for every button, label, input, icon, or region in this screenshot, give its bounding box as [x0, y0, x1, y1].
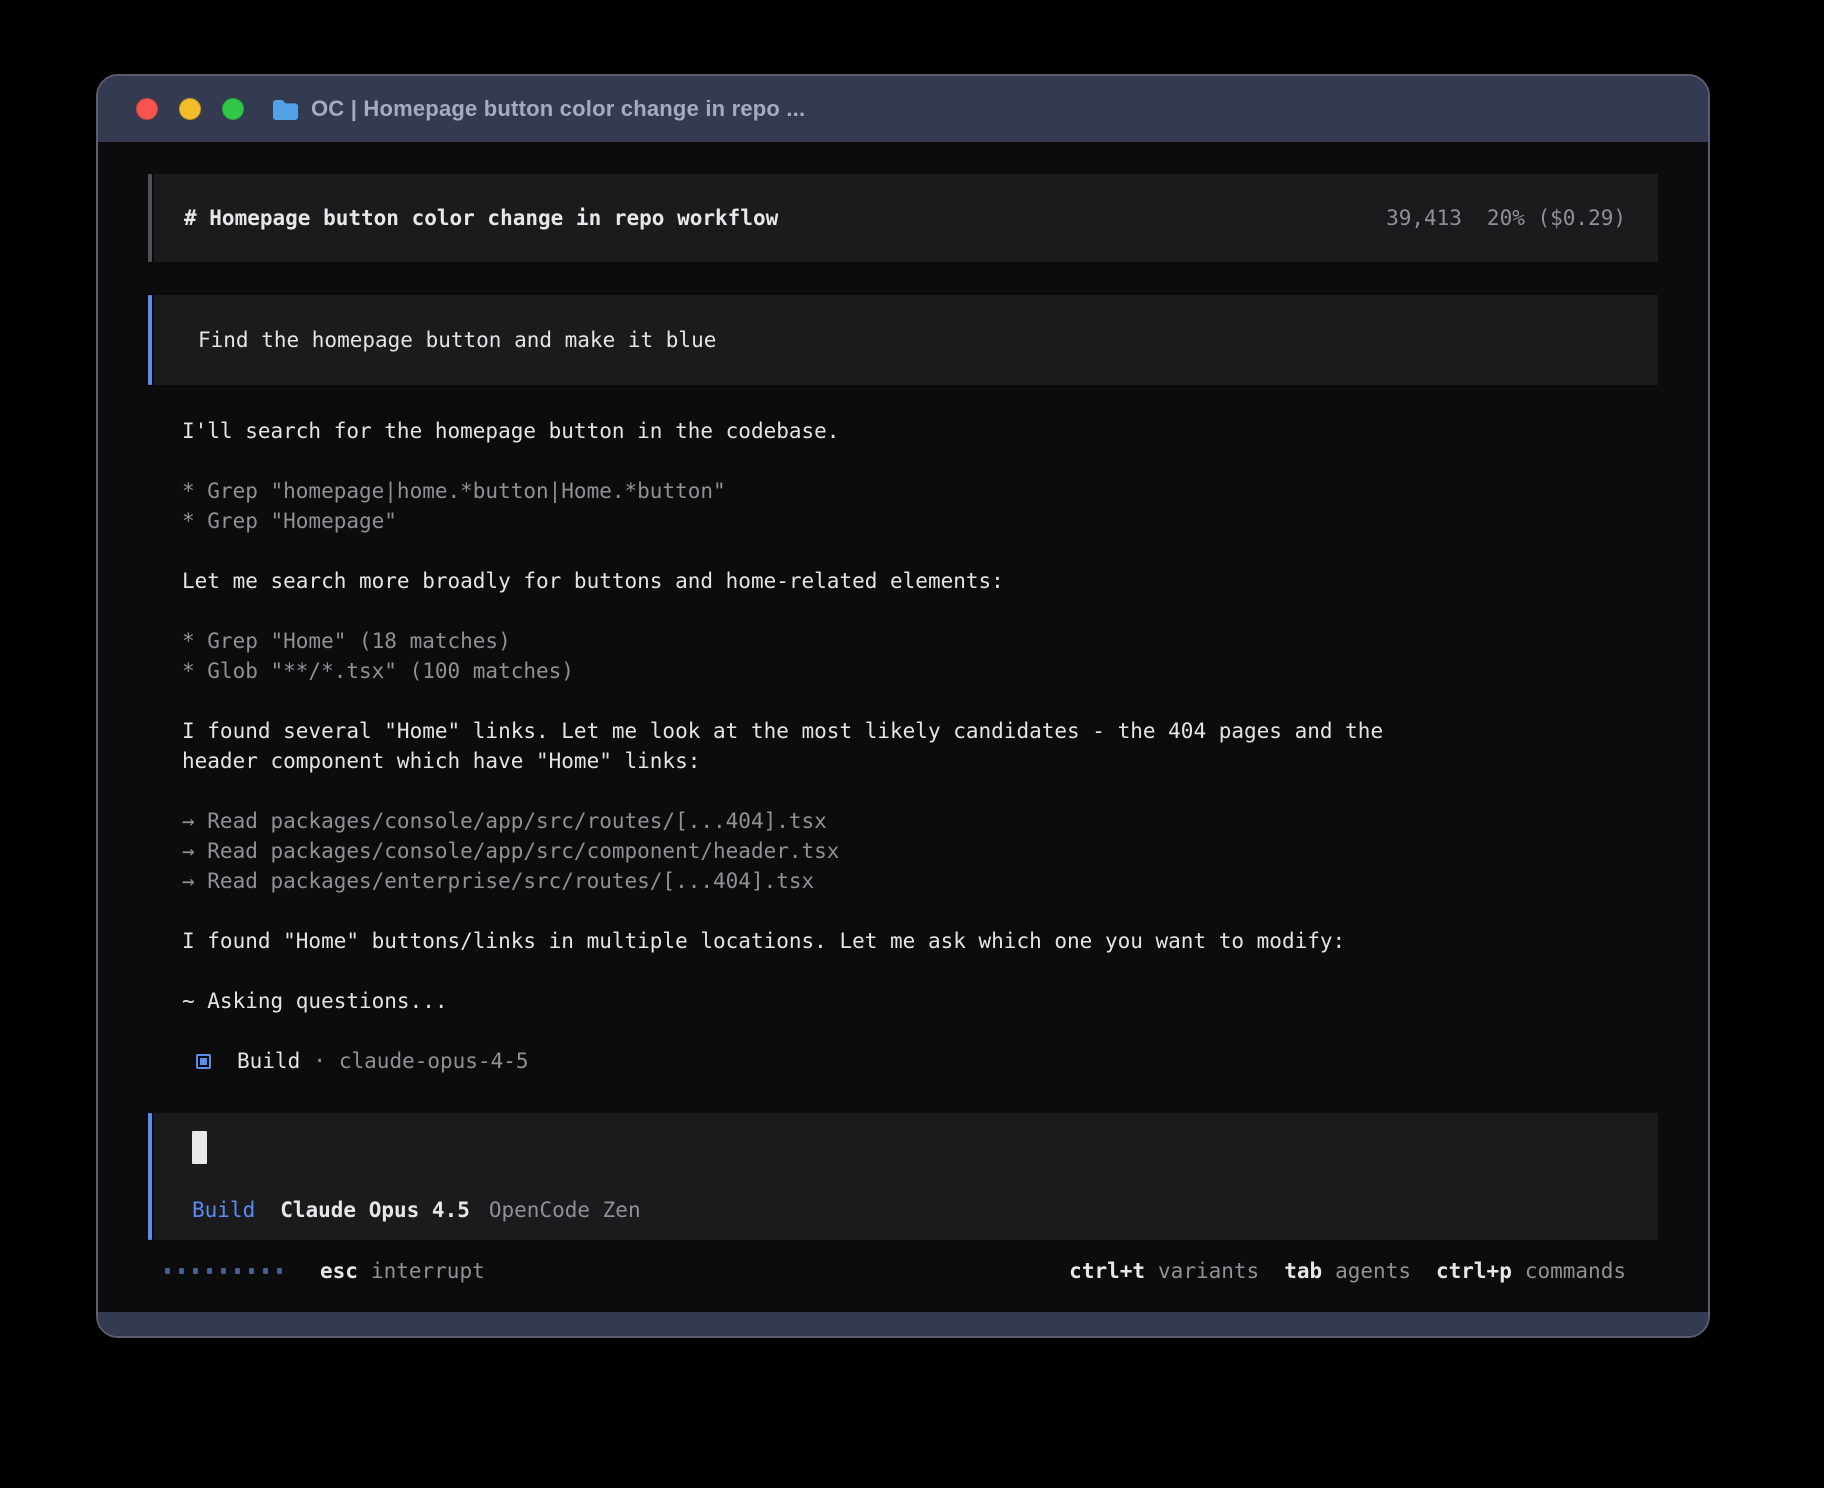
- window-title: OC | Homepage button color change in rep…: [311, 96, 805, 122]
- prompt-input-accent: [148, 1113, 152, 1240]
- transcript-blank-line: [182, 896, 1658, 926]
- spinner-dot: [207, 1268, 212, 1274]
- traffic-lights: [136, 98, 244, 120]
- transcript-line: Let me search more broadly for buttons a…: [182, 566, 1658, 596]
- hint-label: commands: [1525, 1256, 1626, 1286]
- transcript-line: ~ Asking questions...: [182, 986, 1658, 1016]
- titlebar[interactable]: OC | Homepage button color change in rep…: [98, 76, 1708, 142]
- transcript-line: * Grep "Homepage": [182, 506, 1658, 536]
- minimize-button[interactable]: [179, 98, 201, 120]
- session-stats: 39,413 20% ($0.29): [1386, 203, 1626, 233]
- spinner-dot: [249, 1268, 254, 1274]
- transcript-line: I'll search for the homepage button in t…: [182, 416, 1658, 446]
- transcript-blank-line: [182, 446, 1658, 476]
- spinner-dot: [193, 1268, 198, 1274]
- text-cursor: [192, 1131, 207, 1164]
- transcript-line: → Read packages/console/app/src/componen…: [182, 836, 1658, 866]
- agent-name: Build: [237, 1046, 300, 1076]
- transcript-line: I found several "Home" links. Let me loo…: [182, 716, 1658, 746]
- transcript-line: → Read packages/console/app/src/routes/[…: [182, 806, 1658, 836]
- folder-icon: [272, 98, 299, 121]
- agent-model: claude-opus-4-5: [339, 1046, 529, 1076]
- session-header-accent: [148, 174, 152, 262]
- transcript-blank-line: [182, 536, 1658, 566]
- transcript-blank-line: [182, 776, 1658, 806]
- user-message-accent: [148, 295, 152, 385]
- agent-build-icon: [196, 1054, 211, 1069]
- transcript-blank-line: [182, 596, 1658, 626]
- transcript-line: I found "Home" buttons/links in multiple…: [182, 926, 1658, 956]
- status-bar: esc interrupt ctrl+tvariantstabagentsctr…: [148, 1256, 1658, 1286]
- close-button[interactable]: [136, 98, 158, 120]
- transcript-blank-line: [182, 956, 1658, 986]
- window: OC | Homepage button color change in rep…: [96, 74, 1710, 1338]
- hint-interrupt: esc interrupt: [320, 1256, 485, 1286]
- window-bottom-bar: [98, 1312, 1708, 1336]
- hint-label: variants: [1158, 1256, 1259, 1286]
- zoom-button[interactable]: [222, 98, 244, 120]
- spinner-dot: [277, 1268, 282, 1274]
- status-hints-right: ctrl+t variants tab agents ctrl+p commands: [1069, 1256, 1626, 1286]
- transcript-line: header component which have "Home" links…: [182, 746, 1658, 776]
- transcript-footer: Build · claude-opus-4-5: [182, 1046, 1658, 1076]
- hint-commands: ctrl+p commands: [1436, 1256, 1626, 1286]
- prompt-input[interactable]: Build Claude Opus 4.5 OpenCode Zen: [148, 1113, 1658, 1240]
- spinner-dot: [165, 1268, 170, 1274]
- separator-dot-icon: ·: [313, 1046, 326, 1076]
- spinner-dot: [235, 1268, 240, 1274]
- session-header: # Homepage button color change in repo w…: [148, 174, 1658, 262]
- transcript-line: → Read packages/enterprise/src/routes/[.…: [182, 866, 1658, 896]
- context-usage: 20% ($0.29): [1487, 203, 1626, 233]
- hint-key-esc: esc: [320, 1256, 358, 1286]
- hint-key: tab: [1284, 1256, 1322, 1286]
- hint-agents: tab agents: [1284, 1256, 1411, 1286]
- proxy-icon-group: OC | Homepage button color change in rep…: [272, 96, 805, 122]
- model-selector-row[interactable]: Build Claude Opus 4.5 OpenCode Zen: [192, 1195, 641, 1225]
- transcript-line: * Grep "Home" (18 matches): [182, 626, 1658, 656]
- session-title: # Homepage button color change in repo w…: [184, 203, 1386, 233]
- hint-variants: ctrl+t variants: [1069, 1256, 1259, 1286]
- user-message: Find the homepage button and make it blu…: [148, 295, 1658, 385]
- transcript-line: * Grep "homepage|home.*button|Home.*butt…: [182, 476, 1658, 506]
- spinner-dot: [263, 1268, 268, 1274]
- token-count: 39,413: [1386, 203, 1462, 233]
- user-message-text: Find the homepage button and make it blu…: [198, 325, 716, 355]
- transcript-blank-line: [182, 686, 1658, 716]
- spinner-dot: [179, 1268, 184, 1274]
- selected-model[interactable]: Claude Opus 4.5: [280, 1195, 470, 1225]
- transcript-blank-line: [182, 1016, 1658, 1046]
- transcript-lines: I'll search for the homepage button in t…: [182, 416, 1658, 1046]
- activity-spinner: [165, 1268, 282, 1274]
- model-provider: OpenCode Zen: [489, 1195, 641, 1225]
- terminal-content: # Homepage button color change in repo w…: [98, 142, 1708, 1312]
- hint-key: ctrl+t: [1069, 1256, 1145, 1286]
- selected-agent[interactable]: Build: [192, 1195, 255, 1225]
- hint-label: agents: [1335, 1256, 1411, 1286]
- agent-status-row: Build · claude-opus-4-5: [182, 1046, 1658, 1076]
- desktop: OC | Homepage button color change in rep…: [0, 0, 1824, 1488]
- hint-key: ctrl+p: [1436, 1256, 1512, 1286]
- transcript-line: * Glob "**/*.tsx" (100 matches): [182, 656, 1658, 686]
- hint-label-interrupt: interrupt: [371, 1256, 485, 1286]
- spinner-dot: [221, 1268, 226, 1274]
